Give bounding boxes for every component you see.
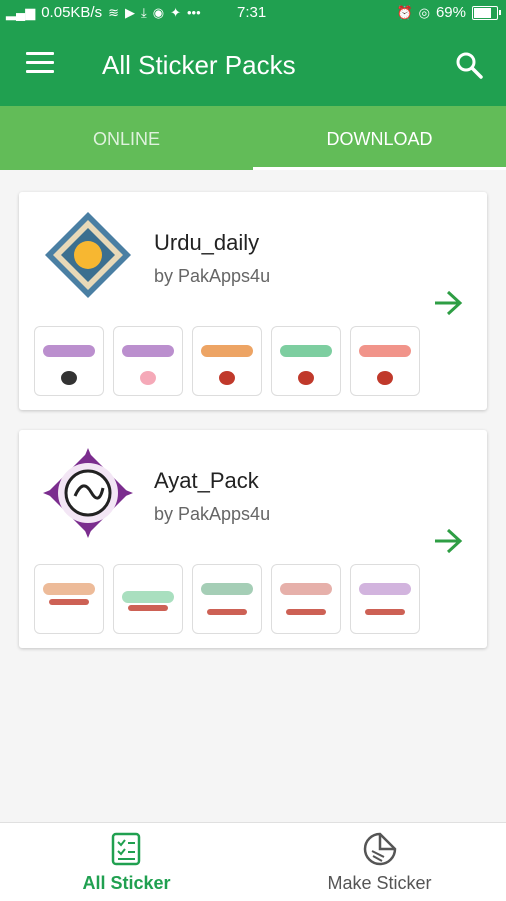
wifi-icon: ≋ [108, 4, 119, 20]
pack-logo-ayat [43, 448, 133, 538]
search-icon[interactable] [454, 50, 484, 80]
sticker-thumbnail[interactable] [113, 564, 183, 634]
app-bar: All Sticker Packs [0, 26, 506, 106]
play-icon: ▶ [125, 4, 135, 20]
pack-author: by PakApps4u [154, 504, 271, 524]
browser-icon: ◉ [152, 4, 165, 20]
pack-author: by PakApps4u [154, 266, 271, 286]
pack-logo-urdu-daily [45, 212, 131, 298]
nav-make-sticker[interactable]: Make Sticker [253, 823, 506, 901]
tab-online[interactable]: ONLINE [0, 106, 253, 170]
arrow-right-icon[interactable] [433, 290, 463, 316]
battery-percent: 69% [435, 4, 466, 21]
download-icon: ⤓ [141, 4, 147, 20]
sticker-thumbnails [34, 564, 420, 634]
sticker-icon [363, 832, 396, 866]
sticker-thumbnail[interactable] [113, 326, 183, 396]
arrow-right-icon[interactable] [433, 528, 463, 554]
status-bar: ▂▄▆ 0.05KB/s ≋ ▶ ⤓ ◉ ✦ ••• 7:31 ⏰ ◎ 69% [0, 0, 506, 26]
pack-name: Ayat_Pack [154, 468, 259, 493]
sticker-thumbnail[interactable] [192, 564, 262, 634]
sticker-thumbnail[interactable] [271, 326, 341, 396]
sticker-thumbnail[interactable] [350, 326, 420, 396]
sticker-pack-card[interactable]: Urdu_daily by PakApps4u [19, 192, 487, 410]
pack-name: Urdu_daily [154, 230, 260, 255]
sticker-thumbnail[interactable] [34, 326, 104, 396]
battery-icon [472, 5, 501, 20]
more-icon: ••• [187, 4, 201, 20]
alarm-icon: ⏰ [396, 4, 413, 20]
sticker-thumbnail[interactable] [271, 564, 341, 634]
menu-icon[interactable] [26, 52, 54, 76]
sticker-thumbnail[interactable] [350, 564, 420, 634]
network-speed: 0.05KB/s [41, 4, 103, 21]
sticker-thumbnails [34, 326, 420, 396]
tab-download[interactable]: DOWNLOAD [253, 106, 506, 170]
bottom-navigation: All Sticker Make Sticker [0, 822, 506, 901]
nav-label: Make Sticker [327, 873, 432, 893]
eye-icon: ◎ [418, 4, 430, 20]
clock: 7:31 [237, 4, 267, 21]
tab-bar: ONLINE DOWNLOAD [0, 106, 506, 170]
page-title: All Sticker Packs [102, 50, 296, 80]
sticker-pack-card[interactable]: Ayat_Pack by PakApps4u [19, 430, 487, 648]
sticker-thumbnail[interactable] [34, 564, 104, 634]
nav-label: All Sticker [82, 873, 171, 893]
signal-icon: ▂▄▆ [6, 4, 36, 20]
twitter-icon: ✦ [170, 4, 181, 20]
sticker-thumbnail[interactable] [192, 326, 262, 396]
checklist-icon [111, 832, 140, 866]
nav-all-sticker[interactable]: All Sticker [0, 823, 253, 901]
